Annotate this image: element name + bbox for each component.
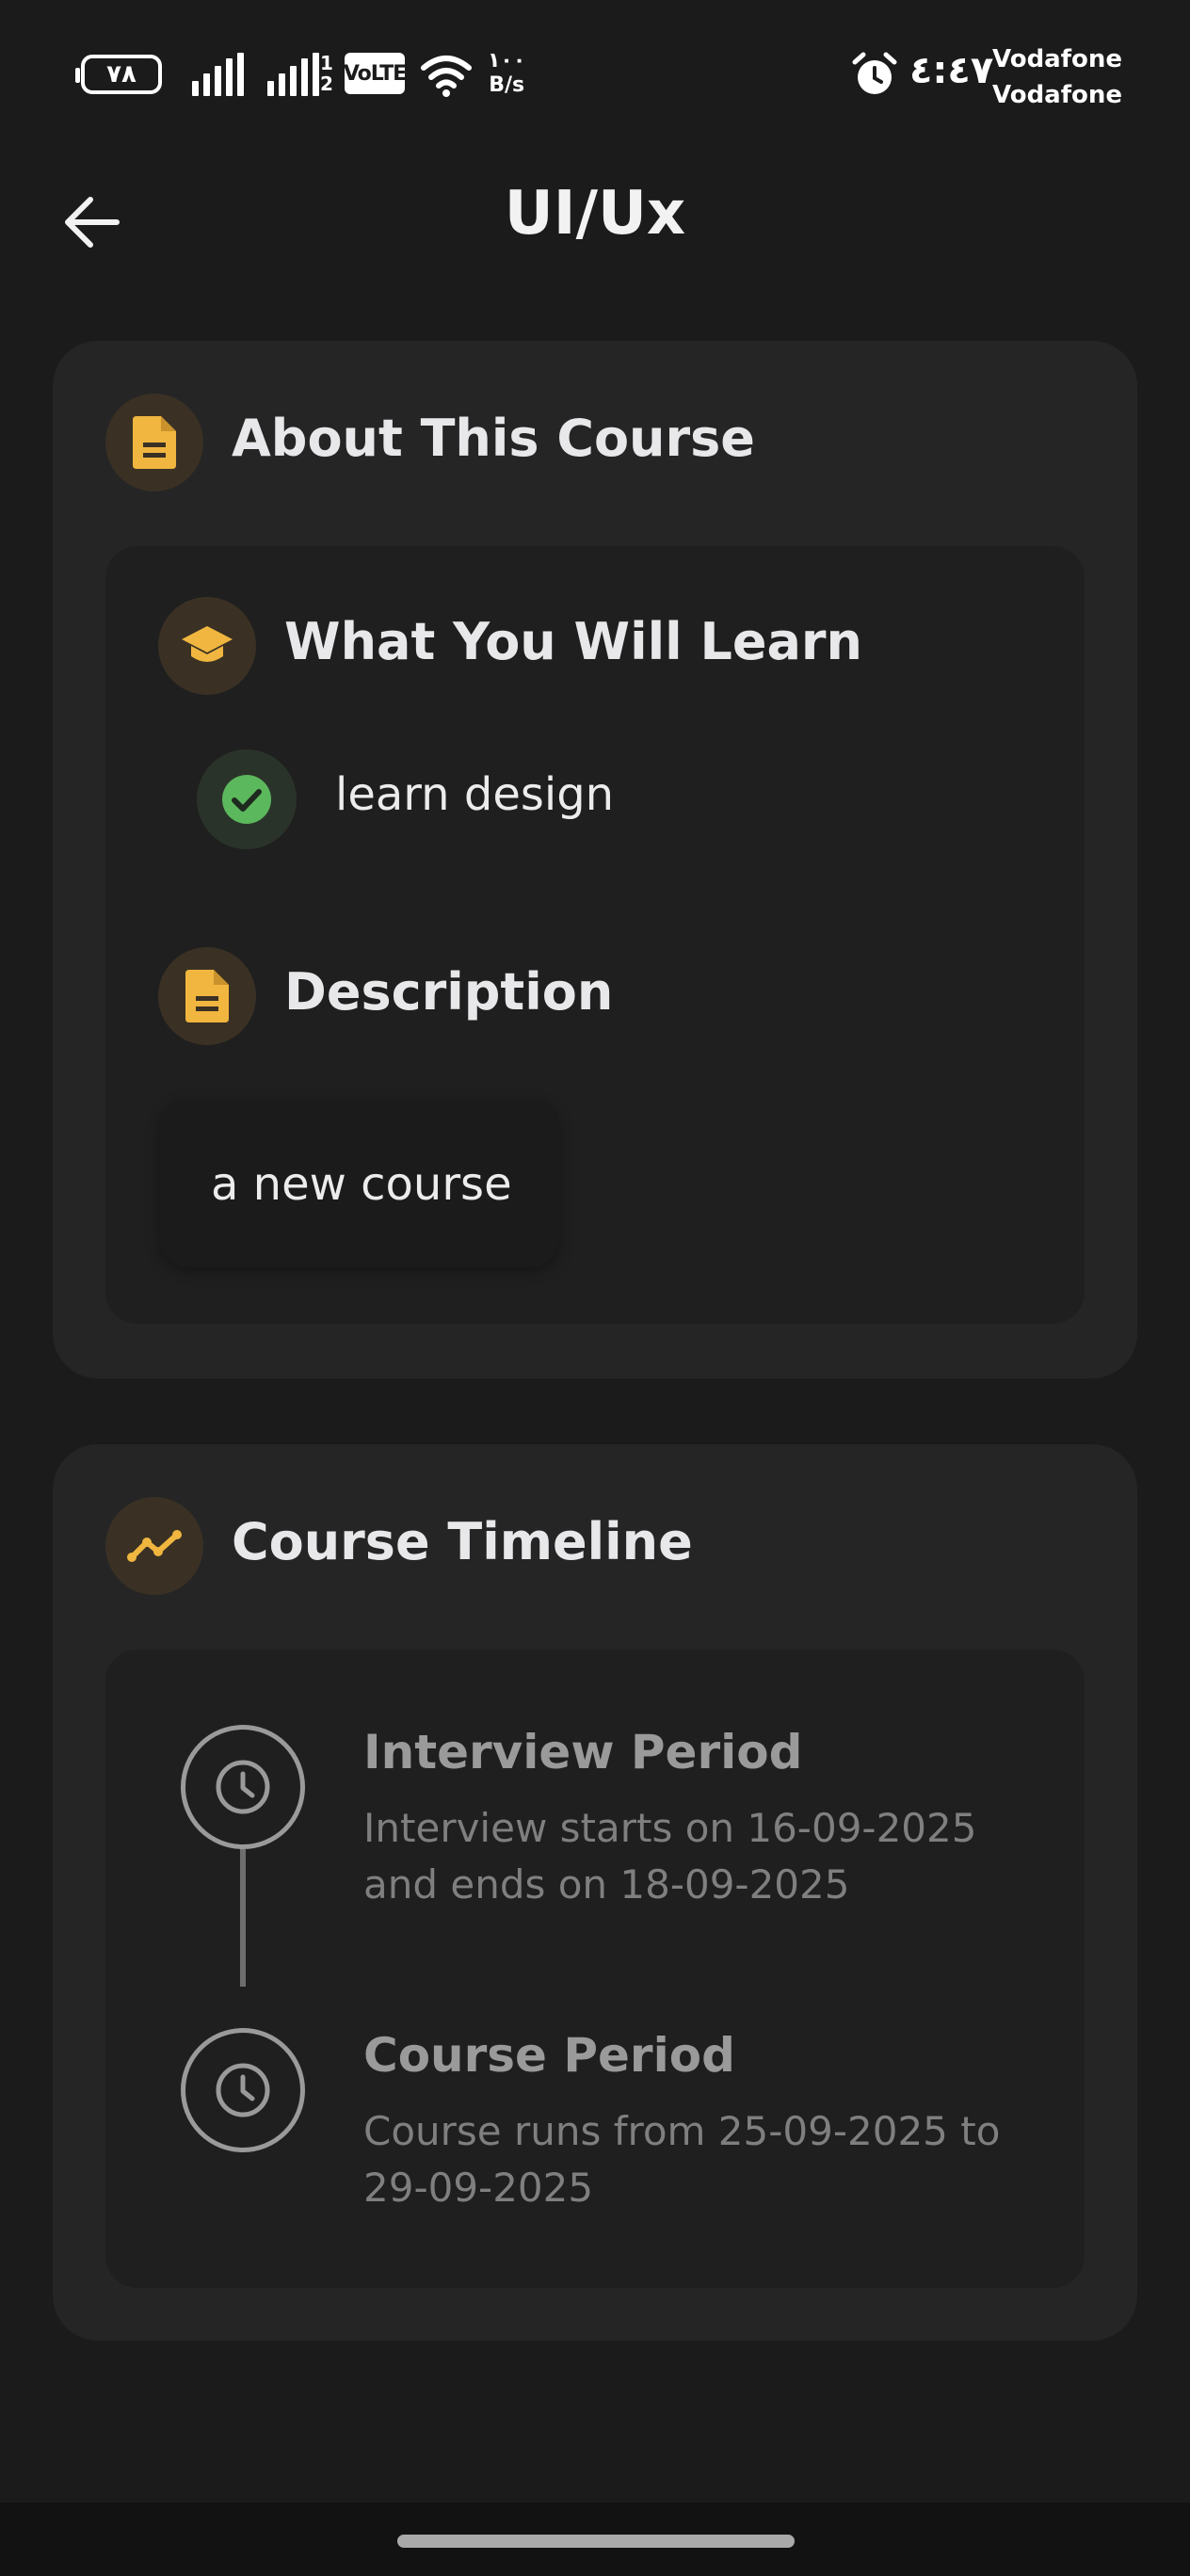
document-icon (105, 394, 203, 491)
alarm-icon (852, 52, 897, 94)
graduation-cap-icon (158, 597, 256, 695)
battery-level: ٧٨ (106, 60, 137, 89)
timeline-item-title: Interview Period (363, 1725, 803, 1779)
timeline-item-desc: Interview starts on 16-09-2025 and ends … (363, 1805, 977, 1908)
status-bar: ٧٨ 1 2 VoLTE ١٠٠ B/s ٤:٤٧ Vodafone Vodaf… (0, 0, 1190, 151)
timeline-heading: Course Timeline (232, 1512, 693, 1571)
carrier-1: Vodafone (992, 45, 1123, 73)
clock-time: ٤:٤٧ (909, 49, 994, 92)
timeline-item-desc: Course runs from 25-09-2025 to 29-09-202… (363, 2108, 1001, 2211)
network-speed-value: ١٠٠ (488, 49, 526, 72)
clock-icon (181, 1725, 305, 1849)
timeline-item-title: Course Period (363, 2028, 735, 2083)
volte-badge: VoLTE (344, 53, 407, 94)
carrier-2: Vodafone (992, 81, 1123, 109)
battery-icon: ٧٨ (75, 55, 162, 94)
description-text: a new course (211, 1158, 512, 1211)
carrier-names: Vodafone Vodafone (992, 41, 1122, 113)
wifi-icon (421, 56, 472, 97)
signal-strength-sim2-icon (267, 53, 319, 96)
home-indicator[interactable] (397, 2535, 795, 2548)
timeline-connector (240, 1849, 246, 1987)
clock-icon (181, 2028, 305, 2152)
trending-up-icon (105, 1497, 203, 1595)
network-speed: ١٠٠ B/s (488, 49, 525, 98)
learn-heading: What You Will Learn (284, 612, 862, 671)
signal-strength-icon (192, 53, 244, 96)
description-heading: Description (284, 962, 614, 1022)
page-title: UI/Ux (504, 179, 686, 249)
check-circle-icon (197, 749, 297, 849)
network-speed-unit: B/s (489, 73, 525, 97)
document-icon (158, 947, 256, 1045)
about-heading: About This Course (232, 409, 755, 468)
sim-indicator: 1 2 (320, 52, 333, 95)
learn-item: learn design (335, 768, 615, 821)
